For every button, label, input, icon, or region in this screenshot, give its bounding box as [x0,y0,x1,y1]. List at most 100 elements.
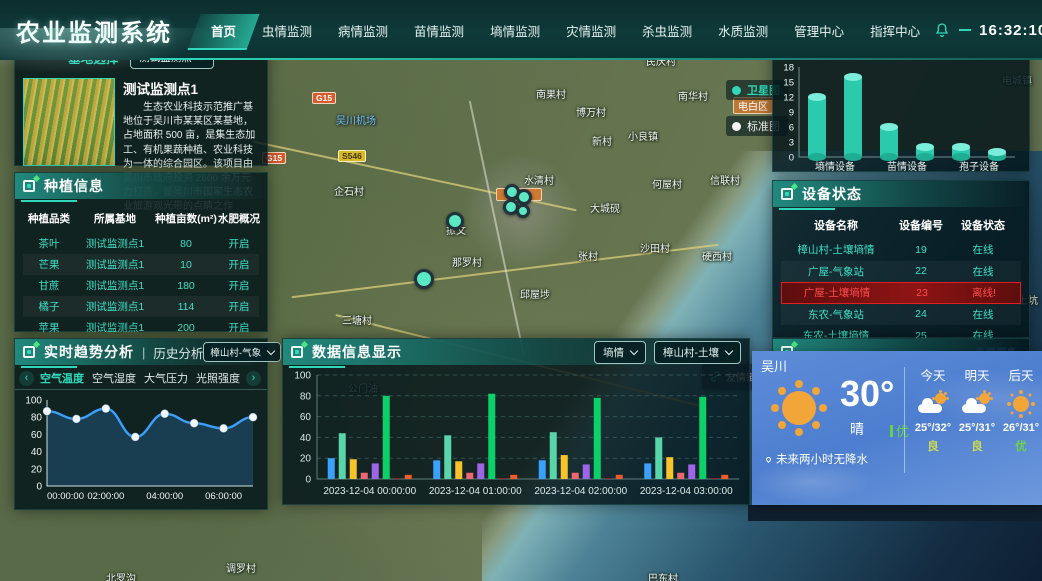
panel-trend-analysis: 实时趋势分析 | 历史分析 樟山村-气象 ‹空气温度空气湿度大气压力光照强度› … [14,338,268,510]
tab-3[interactable]: 光照强度 [194,370,242,386]
panel-title: 设备状态 [802,184,862,204]
aqi-label: 优 [896,421,909,440]
table-cell: 苹果 [23,320,75,335]
weather-aqi: 优 [890,421,909,440]
nav-menu: 首页虫情监测病情监测苗情监测墒情监测灾情监测 杀虫监测 水质监测 管理中心指挥中心 [198,0,933,60]
map-place-label: 三塘村 [342,312,372,327]
data-station-select[interactable]: 樟山村-土壤 [654,341,741,364]
data-type-value: 墒情 [603,345,624,360]
site-title: 测试监测点1 [123,78,259,98]
map-airport-label: 吴川机场 [336,112,376,127]
nav-item-9[interactable]: 指挥中心 [857,0,933,60]
sun-part [979,393,990,404]
svg-text:00:00:00: 00:00:00 [47,491,84,502]
nav-item-8[interactable]: 管理中心 [781,0,857,60]
svg-text:苗情设备: 苗情设备 [887,160,927,173]
svg-text:孢子设备: 孢子设备 [959,160,999,173]
table-cell: 在线 [951,264,1015,279]
column-header: 水肥概况 [217,211,261,226]
forecast-col-0: 今天25°/32°良 [910,365,956,454]
weather-tip: 未来两小时无降水 [766,451,868,467]
table-cell: 离线! [952,285,1016,300]
svg-text:18: 18 [783,63,794,74]
map-place-label: 调罗村 [226,560,256,575]
nav-item-label: 水质监测 [718,21,768,40]
svg-text:2023-12-04 01:00:00: 2023-12-04 01:00:00 [429,486,522,497]
tab-0[interactable]: 空气温度 [38,370,86,386]
forecast-temp-range: 26°/31° [998,422,1042,434]
map-place-label: 南果村 [536,86,566,101]
nav-item-3[interactable]: 苗情监测 [401,0,477,60]
table-cell: 测试监测点1 [75,257,155,272]
nav-item-label: 灾情监测 [566,21,616,40]
nav-item-1[interactable]: 虫情监测 [249,0,325,60]
table-cell: 东农-气象站 [781,307,891,322]
map-place-label: 南华村 [678,88,708,103]
tabs-prev-arrow[interactable]: ‹ [19,371,34,386]
table-row: 东农-气象站24在线 [781,304,1021,326]
bell-icon[interactable] [933,21,951,39]
table-cell: 80 [155,238,217,250]
table-cell: 樟山村-土壤墒情 [781,242,891,257]
soil-bar-chart: 0204060801002023-12-04 00:00:002023-12-0… [283,365,745,503]
map-place-label: 水清村 [524,172,554,187]
trend-station-select[interactable]: 樟山村-气象 [203,342,281,362]
map-marker[interactable] [516,189,532,205]
svg-text:60: 60 [31,430,43,441]
panel-corner-icon [291,346,303,358]
svg-text:60: 60 [300,412,312,423]
map-place-label: 巴东村 [648,570,678,581]
forecast-day: 明天 [954,365,1000,384]
nav-item-0[interactable]: 首页 [198,0,249,60]
map-marker[interactable] [516,204,530,218]
weather-card: 吴川 30° 晴 优 未来两小时无降水 今天25°/32°良明天25°/31°良… [752,351,1042,505]
tab-1[interactable]: 空气湿度 [90,370,138,386]
table-cell: 测试监测点1 [75,320,155,335]
tab-2[interactable]: 大气压力 [142,370,190,386]
chevron-down-icon [267,346,275,354]
svg-text:40: 40 [300,433,312,444]
chevron-down-icon [725,346,733,354]
weather-tip-text: 未来两小时无降水 [776,451,868,467]
panel-header: 数据信息显示 墒情 樟山村-土壤 [283,339,749,365]
nav-item-2[interactable]: 病情监测 [325,0,401,60]
map-place-label: 北罗沟 [106,570,136,581]
map-place-label: 张村 [578,248,598,263]
svg-text:0: 0 [789,153,794,164]
table-row: 茶叶测试监测点180开启 [23,233,259,254]
clock: 16:32:10 [979,22,1042,39]
radio-dot-icon [732,122,741,131]
map-marker[interactable] [414,269,434,289]
map-g-label: G15 [312,92,336,104]
history-analysis-tab[interactable]: 历史分析 [153,343,203,362]
forecast-temp-range: 25°/31° [954,422,1000,434]
nav-item-5[interactable]: 灾情监测 [553,0,629,60]
panel-header: 实时趋势分析 | 历史分析 樟山村-气象 [15,339,267,365]
nav-item-label: 首页 [211,21,236,40]
nav-item-6[interactable]: 杀虫监测 [629,0,705,60]
sun-cloud-icon [954,390,1000,418]
panel-title: 实时趋势分析 [44,342,134,362]
table-header-row: 设备名称设备编号设备状态 [781,211,1021,239]
svg-text:06:00:00: 06:00:00 [205,491,242,502]
svg-text:12: 12 [783,93,794,104]
collapse-icon[interactable] [959,29,971,31]
table-row: 广屋-气象站22在线 [781,261,1021,283]
column-header: 种植亩数(m²) [155,211,217,226]
table-cell: 开启 [217,236,261,251]
map-place-label: 小良镇 [628,128,658,143]
tabs-next-arrow[interactable]: › [246,371,261,386]
data-type-select[interactable]: 墒情 [594,341,646,364]
site-photo [23,78,115,166]
nav-item-label: 管理中心 [794,21,844,40]
column-header: 所属基地 [75,211,155,226]
map-place-label: 沙田村 [640,240,670,255]
map-marker[interactable] [446,212,464,230]
nav-item-label: 杀虫监测 [642,21,692,40]
bottom-strip [748,505,1042,521]
nav-item-7[interactable]: 水质监测 [705,0,781,60]
weather-condition: 晴 [850,419,864,439]
nav-item-4[interactable]: 墒情监测 [477,0,553,60]
sun-icon [782,391,816,425]
forecast-col-1: 明天25°/31°良 [954,365,1000,454]
